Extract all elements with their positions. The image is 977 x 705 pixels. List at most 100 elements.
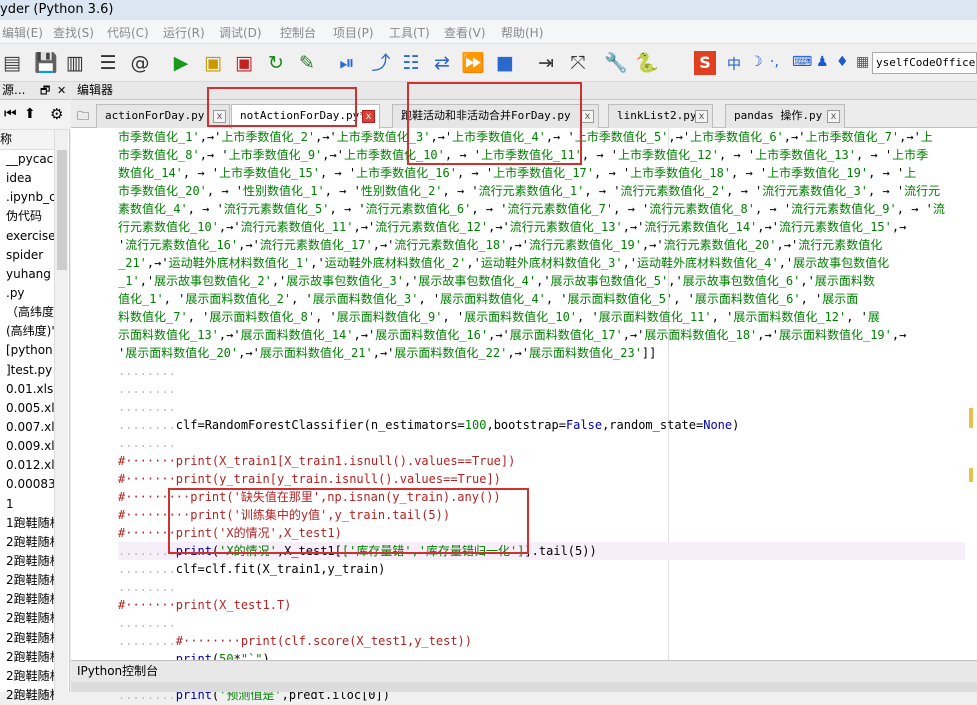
- debug-icon[interactable]: ⏯: [335, 51, 359, 75]
- tab-merge-forday[interactable]: 跑鞋活动和非活动合并ForDay.py x: [392, 104, 599, 128]
- console-tab-bar[interactable]: [71, 682, 977, 692]
- save-all-icon[interactable]: ▥: [63, 51, 87, 75]
- code-line[interactable]: 市季数值化_20', → '性别数值化_1', → '性别数值化_2', → '…: [118, 182, 977, 200]
- code-line[interactable]: 示面料数值化_13',→'展示面料数值化_14',→'展示面料数值化_16',→…: [118, 326, 977, 344]
- code-line[interactable]: ........print('X的情况',X_test1[['库存量错','库存…: [118, 542, 977, 560]
- tab-linklist2[interactable]: linkList2.py x: [608, 104, 713, 128]
- file-item[interactable]: 2跑鞋随机: [0, 571, 54, 590]
- file-item[interactable]: 0.005.xls: [0, 399, 54, 418]
- file-item[interactable]: spider: [0, 246, 54, 265]
- code-line[interactable]: 素数值化_4', → '流行元素数值化_5', → '流行元素数值化_6', →…: [118, 200, 977, 218]
- file-item[interactable]: .ipynb_c: [0, 188, 54, 207]
- maximize-pane-icon[interactable]: ⇥: [534, 51, 558, 75]
- file-item[interactable]: [python]: [0, 341, 54, 360]
- file-item[interactable]: (高纬度)': [0, 322, 54, 341]
- close-tab-icon[interactable]: x: [827, 110, 840, 123]
- code-line[interactable]: '展示面料数值化_20',→'展示面料数值化_21',→'展示面料数值化_22'…: [118, 344, 977, 362]
- file-item[interactable]: （高纬度: [0, 303, 54, 322]
- menu-view[interactable]: 查看(V): [444, 24, 486, 41]
- ime-logo[interactable]: S: [694, 51, 716, 75]
- menu-tools[interactable]: 工具(T): [389, 24, 430, 41]
- menu-source[interactable]: 代码(C): [107, 24, 149, 41]
- file-item[interactable]: 2跑鞋随机: [0, 667, 54, 686]
- file-item[interactable]: ]test.py: [0, 361, 54, 380]
- explorer-column-header[interactable]: 称: [0, 130, 54, 150]
- file-item[interactable]: 2跑鞋随机: [0, 609, 54, 628]
- file-item[interactable]: 2跑鞋随机: [0, 629, 54, 648]
- menu-project[interactable]: 项目(P): [333, 24, 374, 41]
- code-line[interactable]: ........clf=clf.fit(X_train1,y_train): [118, 560, 977, 578]
- scrollbar-thumb[interactable]: [57, 150, 67, 270]
- ime-keyboard-icon[interactable]: ⌨: [792, 54, 812, 70]
- outline-icon[interactable]: ☰: [96, 51, 120, 75]
- code-line[interactable]: ........: [118, 578, 977, 596]
- step-icon[interactable]: ⤴: [369, 51, 393, 75]
- code-line[interactable]: _1','展示故事包数值化_2','展示故事包数值化_3','展示故事包数值化_…: [118, 272, 977, 290]
- code-line[interactable]: ........: [118, 380, 977, 398]
- file-item[interactable]: .py: [0, 284, 54, 303]
- code-line[interactable]: #·······print('X的情况',X_test1): [118, 524, 977, 542]
- rerun-icon[interactable]: ↻: [264, 51, 288, 75]
- code-line[interactable]: #·········print('缺失值在那里',np.isnan(y_trai…: [118, 488, 977, 506]
- ime-grid-icon[interactable]: ▦: [856, 54, 869, 70]
- explorer-scrollbar[interactable]: [54, 130, 68, 692]
- file-item[interactable]: 1跑鞋随机: [0, 514, 54, 533]
- code-line[interactable]: '流行元素数值化_16',→'流行元素数值化_17',→'流行元素数值化_18'…: [118, 236, 977, 254]
- menu-run[interactable]: 运行(R): [163, 24, 205, 41]
- file-item[interactable]: exercise: [0, 227, 54, 246]
- code-line[interactable]: _21',→'运动鞋外底材料数值化_1','运动鞋外底材料数值化_2','运动鞋…: [118, 254, 977, 272]
- working-directory-field[interactable]: yselfCodeOffice\c: [872, 52, 977, 74]
- ime-skin-icon[interactable]: ♦: [836, 54, 849, 70]
- menu-search[interactable]: 查找(S): [53, 24, 94, 41]
- code-line[interactable]: #·······print(X_train1[X_train1.isnull()…: [118, 452, 977, 470]
- python-icon[interactable]: 🐍: [635, 51, 659, 75]
- continue-icon[interactable]: ⏩: [461, 51, 485, 75]
- code-line[interactable]: 行元素数值化_10',→'流行元素数值化_11',→'流行元素数值化_12',→…: [118, 218, 977, 236]
- step-return-icon[interactable]: ⇄: [430, 51, 454, 75]
- browse-tabs-icon[interactable]: 🗀: [77, 107, 89, 128]
- stop-icon[interactable]: ■: [493, 51, 517, 75]
- file-item[interactable]: yuhang: [0, 265, 54, 284]
- file-item[interactable]: 0.009.xls: [0, 437, 54, 456]
- new-file-icon[interactable]: ▤: [0, 51, 24, 75]
- file-item[interactable]: 2跑鞋随机: [0, 533, 54, 552]
- file-item[interactable]: 2跑鞋随机: [0, 590, 54, 609]
- code-line[interactable]: 市季数值化_1',→'上市季数值化_2',→'上市季数值化_3',→'上市季数值…: [118, 128, 977, 146]
- ime-moon-icon[interactable]: ☽: [750, 54, 763, 70]
- file-item[interactable]: 1: [0, 495, 54, 514]
- file-item[interactable]: 0.012.xls: [0, 456, 54, 475]
- file-item[interactable]: 2跑鞋随机: [0, 648, 54, 667]
- file-item[interactable]: 伪代码: [0, 207, 54, 226]
- file-item[interactable]: 2跑鞋随机: [0, 686, 54, 705]
- float-icon[interactable]: 🗗: [40, 82, 50, 99]
- tab-notactionforday[interactable]: notActionForDay.py* x: [231, 104, 380, 129]
- save-icon[interactable]: 💾: [34, 51, 58, 75]
- close-tab-icon[interactable]: x: [362, 110, 375, 123]
- code-line[interactable]: #·······print(y_train[y_train.isnull().v…: [118, 470, 977, 488]
- code-editor[interactable]: 市季数值化_1',→'上市季数值化_2',→'上市季数值化_3',→'上市季数值…: [71, 128, 977, 702]
- file-item[interactable]: idea: [0, 169, 54, 188]
- code-line[interactable]: #·······print(X_test1.T): [118, 596, 977, 614]
- step-into-icon[interactable]: ☷: [399, 51, 423, 75]
- menu-edit[interactable]: 编辑(E): [2, 24, 43, 41]
- back-icon[interactable]: ⏮: [4, 106, 17, 122]
- code-line[interactable]: ........clf=RandomForestClassifier(n_est…: [118, 416, 977, 434]
- code-line[interactable]: 数值化_14', → '上市季数值化_15', → '上市季数值化_16', →…: [118, 164, 977, 182]
- code-line[interactable]: ........#········print(clf.score(X_test1…: [118, 632, 977, 650]
- close-tab-icon[interactable]: x: [695, 110, 708, 123]
- code-line[interactable]: ........: [118, 434, 977, 452]
- editor-scrollbar[interactable]: [965, 128, 977, 660]
- menu-console[interactable]: 控制台: [280, 24, 316, 41]
- ime-user-icon[interactable]: ♟: [816, 54, 829, 70]
- menu-debug[interactable]: 调试(D): [219, 24, 262, 41]
- preferences-icon[interactable]: 🔧: [604, 51, 628, 75]
- close-icon[interactable]: ✕: [57, 82, 66, 99]
- gear-icon[interactable]: ⚙: [50, 105, 63, 123]
- tab-pandas[interactable]: pandas 操作.py x: [725, 104, 845, 128]
- fullscreen-icon[interactable]: ⤧: [566, 51, 590, 75]
- at-icon[interactable]: @: [128, 51, 152, 75]
- code-line[interactable]: #·········print('训练集中的y值',y_train.tail(5…: [118, 506, 977, 524]
- code-line[interactable]: 市季数值化_8',→ '上市季数值化_9',→'上市季数值化_10', → '上…: [118, 146, 977, 164]
- menu-help[interactable]: 帮助(H): [501, 24, 543, 41]
- tab-actionforday[interactable]: actionForDay.py x: [96, 104, 230, 128]
